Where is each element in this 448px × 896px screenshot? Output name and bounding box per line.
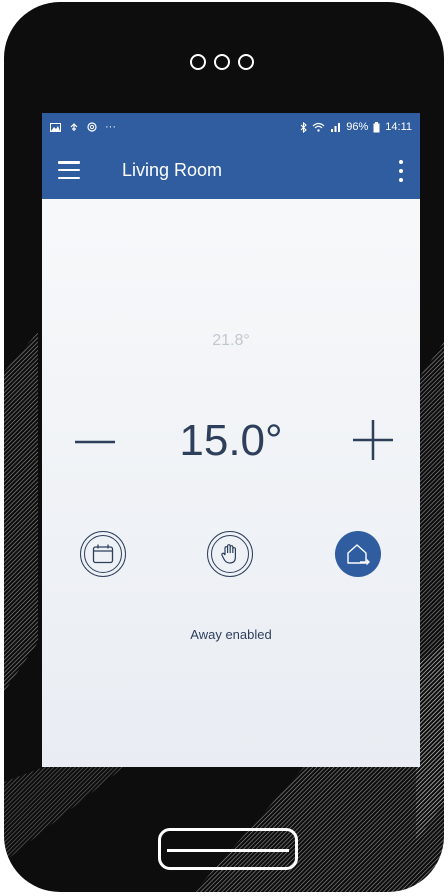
speaker-dots (190, 54, 254, 70)
overflow-menu-icon[interactable] (398, 160, 404, 182)
mode-status-text: Away enabled (190, 627, 272, 642)
phone-frame: ··· 96% 14:11 Living Room 21.8° 15.0° Aw… (4, 2, 444, 892)
battery-icon (373, 121, 380, 132)
image-notification-icon (50, 122, 61, 132)
home-exit-icon (347, 544, 370, 565)
signal-icon (331, 123, 341, 132)
home-button[interactable] (158, 828, 298, 870)
bluetooth-icon (300, 121, 308, 133)
away-mode-button[interactable] (335, 531, 381, 577)
phone-screen: ··· 96% 14:11 Living Room 21.8° 15.0° Aw… (42, 113, 420, 767)
wifi-icon (312, 122, 325, 132)
app-bar: Living Room (42, 143, 420, 199)
manual-mode-button[interactable] (207, 531, 253, 577)
status-bar: ··· 96% 14:11 (42, 113, 420, 143)
current-temperature: 21.8° (212, 332, 250, 349)
sync-notification-icon (70, 123, 78, 131)
battery-percent: 96% (346, 121, 369, 133)
hamburger-menu-icon[interactable] (58, 161, 80, 179)
increase-temperature-button[interactable] (348, 415, 398, 465)
clock: 14:11 (385, 121, 412, 133)
at-notification-icon (87, 122, 97, 132)
more-notifications-label: ··· (105, 121, 116, 133)
schedule-mode-button[interactable] (80, 531, 126, 577)
room-title: Living Room (122, 160, 223, 180)
